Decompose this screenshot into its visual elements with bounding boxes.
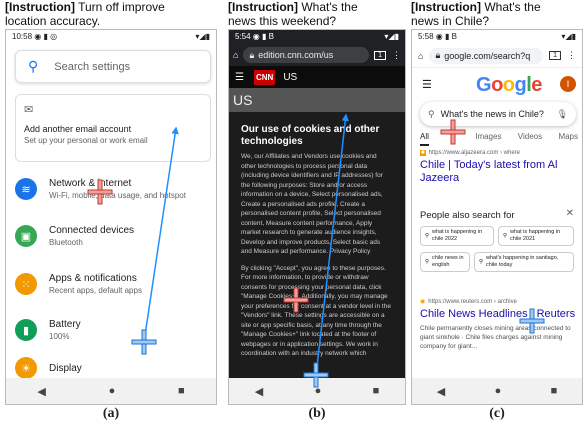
- tab-images[interactable]: Images: [475, 132, 501, 146]
- search-tabs: All Images Videos Maps: [420, 132, 578, 146]
- search-settings-input[interactable]: ⚲ Search settings: [15, 50, 211, 83]
- apps-icon: ⁙: [15, 273, 37, 295]
- add-email-card[interactable]: ✉ Add another email account Set up your …: [15, 94, 211, 162]
- phone-screen: 5:54 ◉ ▮ B ▾◢▮ ⌂ 🔒︎ edition.cnn.com/us 1 ⋮…: [228, 29, 406, 405]
- menu-icon[interactable]: ⋮: [392, 50, 401, 61]
- avatar[interactable]: I: [560, 76, 576, 92]
- cookie-title: Our use of cookies and other technologie…: [241, 124, 380, 147]
- search-result[interactable]: ■ https://www.aljazeera.com › where Chile…: [420, 150, 576, 185]
- hamburger-icon[interactable]: ☰: [422, 78, 432, 91]
- email-subtitle: Set up your personal or work email: [24, 136, 148, 145]
- display-icon: ☀: [15, 357, 37, 379]
- panel-c: [Instruction] What's the news in Chile? …: [411, 0, 583, 425]
- us-strip: US: [229, 88, 405, 112]
- menu-icon[interactable]: ⋮: [567, 50, 576, 61]
- home-button[interactable]: ●: [109, 385, 116, 397]
- instruction: [Instruction] What's the news this weeke…: [228, 0, 358, 28]
- settings-row-apps[interactable]: ⁙ Apps & notifications Recent apps, defau…: [15, 264, 215, 304]
- close-icon[interactable]: ✕: [566, 208, 574, 219]
- phone-screen: 5:58 ◉ ▮ B ▾◢▮ ⌂ 🔒︎ google.com/search?q 1 …: [411, 29, 583, 405]
- cnn-header: ☰ CNN US: [229, 66, 405, 88]
- panel-a: [Instruction] Turn off improve location …: [5, 0, 217, 425]
- url-field[interactable]: 🔒︎ edition.cnn.com/us: [243, 47, 370, 63]
- section-label: US: [283, 71, 298, 83]
- back-button[interactable]: ◀: [255, 385, 263, 398]
- caption-b: (b): [308, 406, 326, 421]
- phone-screen: 10:58 ◉ ▮ ◎ ▾◢▮ ⚲ Search settings ✉ Add …: [5, 29, 217, 405]
- caption-a: (a): [102, 406, 120, 421]
- instruction: [Instruction] What's the news in Chile?: [411, 0, 541, 28]
- status-bar: 10:58 ◉ ▮ ◎ ▾◢▮: [12, 32, 210, 41]
- related-search-chip[interactable]: ⚲ chile news in english: [420, 252, 470, 272]
- url-field[interactable]: 🔒︎ google.com/search?q: [429, 47, 544, 64]
- result-snippet: Chile permanently closes mining areas co…: [420, 325, 571, 350]
- result-title[interactable]: Chile News Headlines | Reuters: [420, 308, 576, 321]
- nav-bar: ◀ ● ■: [6, 378, 216, 404]
- google-logo[interactable]: Google: [476, 74, 542, 97]
- email-title: Add another email account: [24, 124, 132, 134]
- home-icon[interactable]: ⌂: [233, 50, 238, 60]
- result-title[interactable]: Chile | Today's latest from Al Jazeera: [420, 159, 576, 185]
- back-button[interactable]: ◀: [437, 385, 445, 398]
- tab-maps[interactable]: Maps: [558, 132, 578, 146]
- caption-c: (c): [489, 406, 505, 421]
- instruction: [Instruction] Turn off improve location …: [5, 0, 165, 28]
- home-button[interactable]: ●: [315, 385, 322, 397]
- lock-icon: 🔒︎: [249, 49, 255, 60]
- settings-row-battery[interactable]: ▮ Battery 100%: [15, 310, 215, 350]
- cookie-paragraph-1: We, our Affiliates and Vendors use cooki…: [241, 153, 383, 255]
- browser-url-bar: ⌂ 🔒︎ google.com/search?q 1 ⋮: [412, 44, 582, 68]
- lock-icon: 🔒︎: [435, 50, 441, 60]
- recents-button[interactable]: ■: [373, 385, 380, 397]
- related-search-chip[interactable]: ⚲ what's happening in santiago, chile tod…: [474, 252, 574, 272]
- google-search-input[interactable]: ⚲ What's the news in Chile? 🎙︎: [420, 102, 576, 126]
- mail-icon: ✉: [24, 104, 34, 116]
- search-result[interactable]: ◉ https://www.reuters.com › archive Chile…: [420, 298, 576, 351]
- settings-row-connected-devices[interactable]: ▣ Connected devices Bluetooth: [15, 216, 215, 256]
- nav-bar: ◀ ● ■: [412, 378, 582, 404]
- status-bar: 5:54 ◉ ▮ B ▾◢▮: [229, 30, 405, 44]
- people-also-heading: People also search for: [420, 210, 515, 221]
- cookie-dialog: Our use of cookies and other technologie…: [231, 118, 401, 378]
- search-icon: ⚲: [28, 58, 39, 74]
- hamburger-icon[interactable]: ☰: [235, 72, 244, 83]
- battery-icon: ▮: [15, 319, 37, 341]
- tab-count[interactable]: 1: [549, 51, 561, 60]
- recents-button[interactable]: ■: [178, 385, 185, 397]
- search-icon: ⚲: [428, 108, 435, 119]
- cnn-logo[interactable]: CNN: [253, 69, 276, 85]
- browser-url-bar: ⌂ 🔒︎ edition.cnn.com/us 1 ⋮: [229, 44, 405, 66]
- wifi-icon: ≋: [15, 178, 37, 200]
- nav-bar: ◀ ● ■: [229, 378, 405, 404]
- related-search-chip[interactable]: ⚲ what is happening in chile 2022: [420, 226, 494, 246]
- mic-icon[interactable]: 🎙︎: [557, 109, 568, 120]
- home-icon[interactable]: ⌂: [418, 51, 423, 61]
- status-bar: 5:58 ◉ ▮ B ▾◢▮: [418, 32, 576, 41]
- cookie-paragraph-2: By clicking "Accept", you agree to these…: [241, 264, 391, 358]
- tab-count[interactable]: 1: [374, 50, 386, 60]
- tab-videos[interactable]: Videos: [518, 132, 542, 146]
- related-search-chip[interactable]: ⚲ what is happening in chile 2021: [498, 226, 574, 246]
- home-button[interactable]: ●: [495, 385, 502, 397]
- devices-icon: ▣: [15, 225, 37, 247]
- panel-b: [Instruction] What's the news this weeke…: [228, 0, 406, 425]
- recents-button[interactable]: ■: [551, 385, 558, 397]
- back-button[interactable]: ◀: [37, 385, 45, 398]
- settings-row-network[interactable]: ≋ Network & internet Wi-Fi, mobile, data …: [15, 169, 215, 209]
- tab-all[interactable]: All: [420, 132, 429, 146]
